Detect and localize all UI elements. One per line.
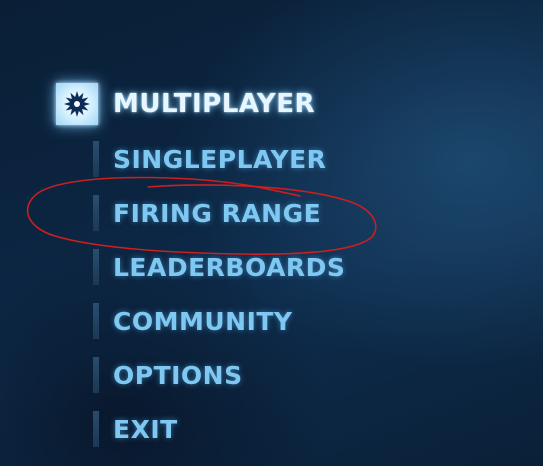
menu-item-multiplayer[interactable]: MULTIPLAYER	[56, 83, 316, 125]
menu-item-bar	[93, 249, 99, 285]
main-menu: MULTIPLAYER SINGLEPLAYER FIRING RANGE LE…	[0, 0, 543, 466]
menu-item-label: EXIT	[113, 414, 178, 444]
menu-item-label: COMMUNITY	[113, 306, 293, 336]
menu-item-label: OPTIONS	[113, 360, 243, 390]
menu-item-exit[interactable]: EXIT	[93, 409, 178, 449]
menu-item-bar	[93, 195, 99, 231]
menu-item-bar	[93, 303, 99, 339]
menu-item-singleplayer[interactable]: SINGLEPLAYER	[93, 139, 326, 179]
menu-item-label: LEADERBOARDS	[113, 252, 346, 282]
menu-item-label: MULTIPLAYER	[113, 89, 316, 119]
menu-item-bar	[93, 357, 99, 393]
menu-item-firing-range[interactable]: FIRING RANGE	[93, 193, 321, 233]
menu-item-bar	[93, 141, 99, 177]
menu-item-bar	[93, 411, 99, 447]
menu-item-options[interactable]: OPTIONS	[93, 355, 243, 395]
menu-item-leaderboards[interactable]: LEADERBOARDS	[93, 247, 345, 287]
menu-item-community[interactable]: COMMUNITY	[93, 301, 293, 341]
starburst-icon	[56, 83, 98, 125]
menu-item-label: FIRING RANGE	[113, 198, 322, 228]
menu-item-label: SINGLEPLAYER	[113, 144, 327, 174]
